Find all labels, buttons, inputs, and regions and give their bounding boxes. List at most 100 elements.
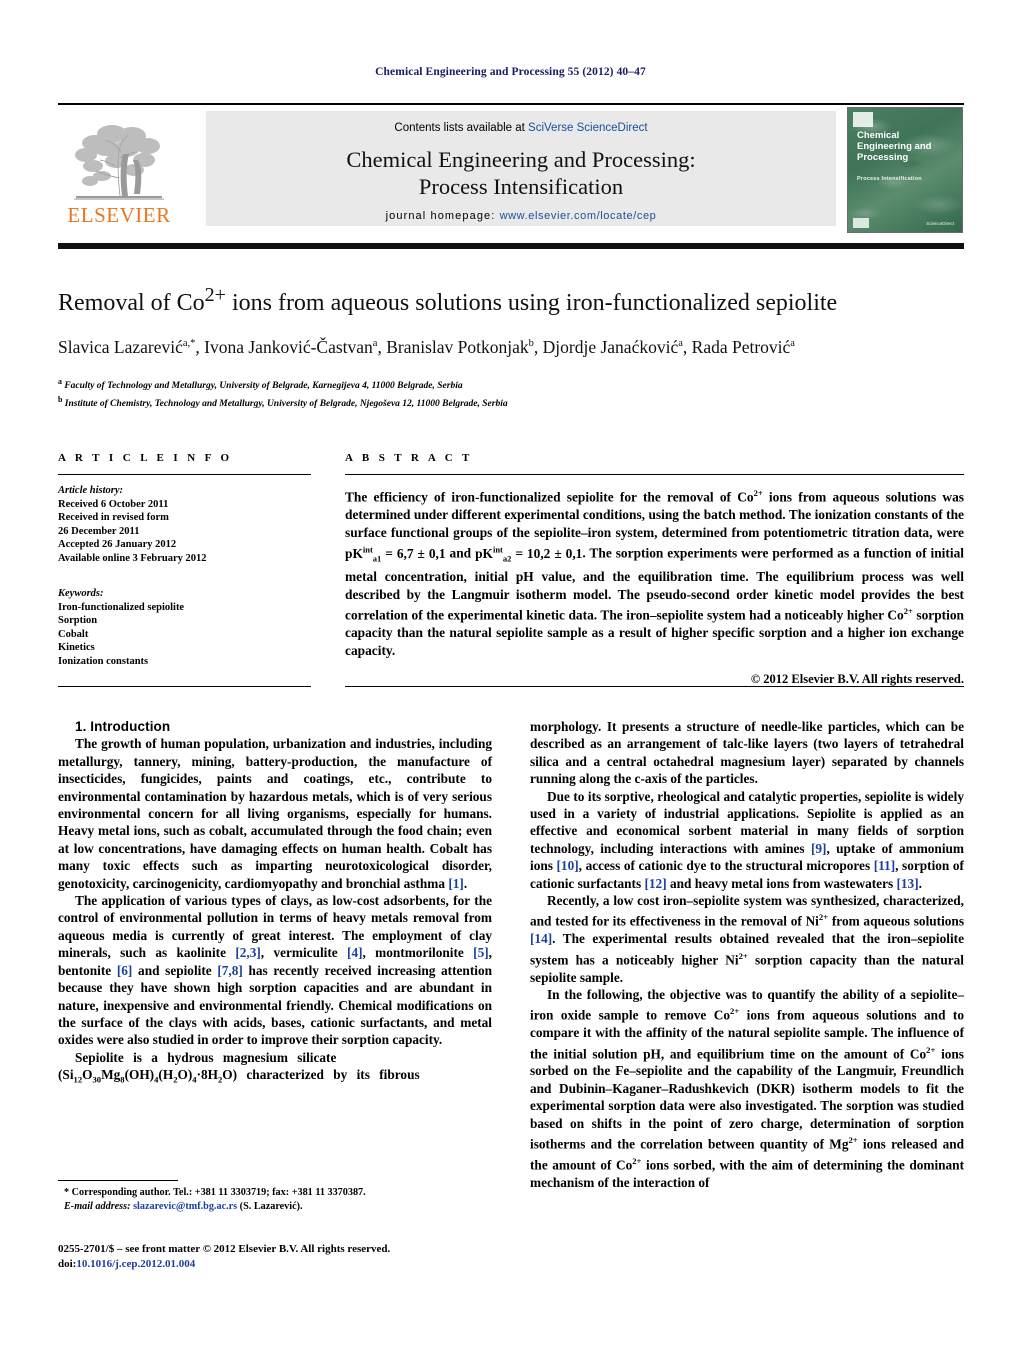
- history-item: 26 December 2011: [58, 525, 140, 537]
- issn-line: 0255-2701/$ – see front matter © 2012 El…: [58, 1243, 391, 1255]
- section-heading-introduction: 1. Introduction: [75, 719, 171, 734]
- affiliation-b-text: Institute of Chemistry, Technology and M…: [64, 399, 508, 410]
- info-bottom-rule: [58, 686, 311, 687]
- cover-footer: ScienceDirect: [926, 221, 954, 226]
- masthead-thick-rule: [58, 243, 964, 249]
- body-column-right: morphology. It presents a structure of n…: [530, 718, 964, 1191]
- cover-title: Chemical Engineering and Processing: [857, 130, 932, 163]
- citation-ref[interactable]: [4]: [347, 945, 363, 960]
- sup-charge: 2+: [926, 1044, 936, 1055]
- citation-ref[interactable]: [5]: [473, 945, 489, 960]
- paragraph: The growth of human population, urbaniza…: [58, 736, 492, 891]
- elsevier-wordmark: ELSEVIER: [67, 203, 171, 227]
- pka1-symbol: pK: [345, 545, 363, 561]
- pka2-symbol: pK: [475, 545, 493, 561]
- title-suffix: ions from aqueous solutions using iron-f…: [225, 290, 838, 316]
- corresponding-author-note: * Corresponding author. Tel.: +381 11 33…: [64, 1187, 366, 1198]
- cover-elsevier-badge: [853, 112, 873, 127]
- citation-ref[interactable]: [14]: [530, 931, 552, 946]
- intro-rp2-f: .: [918, 875, 922, 891]
- elsevier-logo: ELSEVIER: [60, 108, 178, 230]
- author-affil-marker: a: [372, 338, 378, 349]
- sup-charge: 2+: [848, 1135, 858, 1146]
- title-block: Removal of Co2+ ions from aqueous soluti…: [58, 281, 964, 412]
- doi-line: doi:10.1016/j.cep.2012.01.004: [58, 1257, 492, 1272]
- pka1-value: = 6,7 ± 0,1: [381, 545, 446, 561]
- history-item: Available online 3 February 2012: [58, 552, 207, 564]
- pka1-formula: pKinta1 = 6,7 ± 0,1: [345, 544, 446, 563]
- author-affil-marker: a: [678, 338, 683, 349]
- pka2-sup: int: [492, 544, 503, 555]
- email-label: E-mail address:: [64, 1200, 131, 1212]
- abstract-part-1: The efficiency of iron-functionalized se…: [345, 489, 754, 505]
- journal-band: Contents lists available at SciVerse Sci…: [206, 111, 836, 226]
- abstract-text: The efficiency of iron-functionalized se…: [345, 485, 964, 659]
- citation-ref[interactable]: [6]: [117, 963, 133, 978]
- keyword-item: Cobalt: [58, 628, 89, 640]
- abstract-label: A B S T R A C T: [345, 452, 473, 464]
- citation-ref[interactable]: [9]: [811, 841, 827, 856]
- pka2-value: = 10,2 ± 0,1: [511, 545, 583, 561]
- keyword-item: Ionization constants: [58, 655, 149, 667]
- keywords-heading: Keywords:: [58, 588, 104, 599]
- history-item: Accepted 26 January 2012: [58, 539, 177, 550]
- page-title: Removal of Co2+ ions from aqueous soluti…: [58, 281, 964, 318]
- article-info-column: A R T I C L E I N F O Article history: R…: [58, 452, 311, 668]
- history-item: Received in revised form: [58, 512, 169, 523]
- paragraph: Due to its sorptive, rheological and cat…: [530, 788, 964, 892]
- paragraph: The application of various types of clay…: [58, 892, 492, 1049]
- citation-ref[interactable]: [7,8]: [217, 963, 242, 978]
- footnote-block: * Corresponding author. Tel.: +381 11 33…: [58, 1186, 492, 1213]
- title-prefix: Removal of Co: [58, 290, 205, 316]
- doi-label: doi:: [58, 1257, 77, 1270]
- abstract-sup-1: 2+: [753, 488, 763, 498]
- intro-p3-a: Sepiolite is a hydrous magnesium silicat…: [75, 1049, 337, 1065]
- running-head: Chemical Engineering and Processing 55 (…: [375, 66, 646, 78]
- article-history-heading: Article history:: [58, 485, 124, 496]
- contents-available-line: Contents lists available at SciVerse Sci…: [206, 122, 836, 134]
- paragraph: In the following, the objective was to q…: [530, 986, 964, 1191]
- citation-ref[interactable]: [13]: [896, 876, 918, 891]
- citation-ref[interactable]: [10]: [557, 858, 579, 873]
- journal-title-line1: Chemical Engineering and Processing:: [346, 147, 696, 172]
- intro-p1-text: The growth of human population, urbaniza…: [58, 736, 492, 891]
- footnote-rule: [58, 1180, 178, 1181]
- abstract-rule: [345, 474, 964, 475]
- journal-title-line2: Process Intensification: [418, 174, 624, 199]
- keyword-item: Sorption: [58, 615, 98, 626]
- intro-p2-c: , montmorilonite: [362, 945, 474, 961]
- intro-p2-e: and sepiolite: [132, 962, 218, 978]
- abstract-column: A B S T R A C T The efficiency of iron-f…: [345, 452, 964, 687]
- homepage-url-link[interactable]: www.elsevier.com/locate/cep: [500, 210, 657, 222]
- contents-prefix: Contents lists available at: [394, 122, 529, 134]
- citation-ref[interactable]: [12]: [644, 876, 666, 891]
- citation-ref[interactable]: [1]: [448, 876, 464, 891]
- masthead-top-rule: [58, 103, 964, 105]
- email-suffix: (S. Lazarević).: [237, 1200, 303, 1212]
- author-affil-marker: a: [790, 338, 795, 349]
- intro-rp2-c: , access of cationic dye to the structur…: [578, 858, 874, 874]
- article-info-rule: [58, 474, 311, 475]
- article-info-label: A R T I C L E I N F O: [58, 452, 233, 464]
- body-column-left: 1. Introduction The growth of human popu…: [58, 718, 492, 1089]
- paragraph: Sepiolite is a hydrous magnesium silicat…: [58, 1049, 492, 1089]
- article-history-group: Article history: Received 6 October 2011…: [58, 484, 311, 565]
- abstract-sup-2: 2+: [903, 606, 913, 617]
- abstract-part-3: and: [445, 545, 476, 561]
- paper-page: Chemical Engineering and Processing 55 (…: [0, 0, 1021, 1351]
- paragraph: morphology. It presents a structure of n…: [530, 719, 964, 787]
- corresponding-marker[interactable]: *: [190, 338, 195, 349]
- issn-doi-block: 0255-2701/$ – see front matter © 2012 El…: [58, 1242, 492, 1271]
- sup-charge: 2+: [738, 950, 748, 961]
- journal-homepage-line: journal homepage: www.elsevier.com/locat…: [206, 210, 836, 222]
- sciencedirect-link[interactable]: SciVerse ScienceDirect: [528, 122, 648, 134]
- citation-ref[interactable]: [11]: [874, 858, 895, 873]
- citation-ref[interactable]: [2,3]: [235, 945, 260, 960]
- affiliation-a-text: Faculty of Technology and Metallurgy, Un…: [64, 380, 463, 391]
- cover-subtitle: Process Intensification: [857, 176, 922, 182]
- keyword-item: Kinetics: [58, 642, 95, 653]
- email-link[interactable]: slazarevic@tmf.bg.ac.rs: [133, 1201, 237, 1212]
- doi-link[interactable]: 10.1016/j.cep.2012.01.004: [76, 1258, 195, 1270]
- affil-marker-b: b: [58, 395, 63, 405]
- homepage-label: journal homepage:: [385, 210, 496, 222]
